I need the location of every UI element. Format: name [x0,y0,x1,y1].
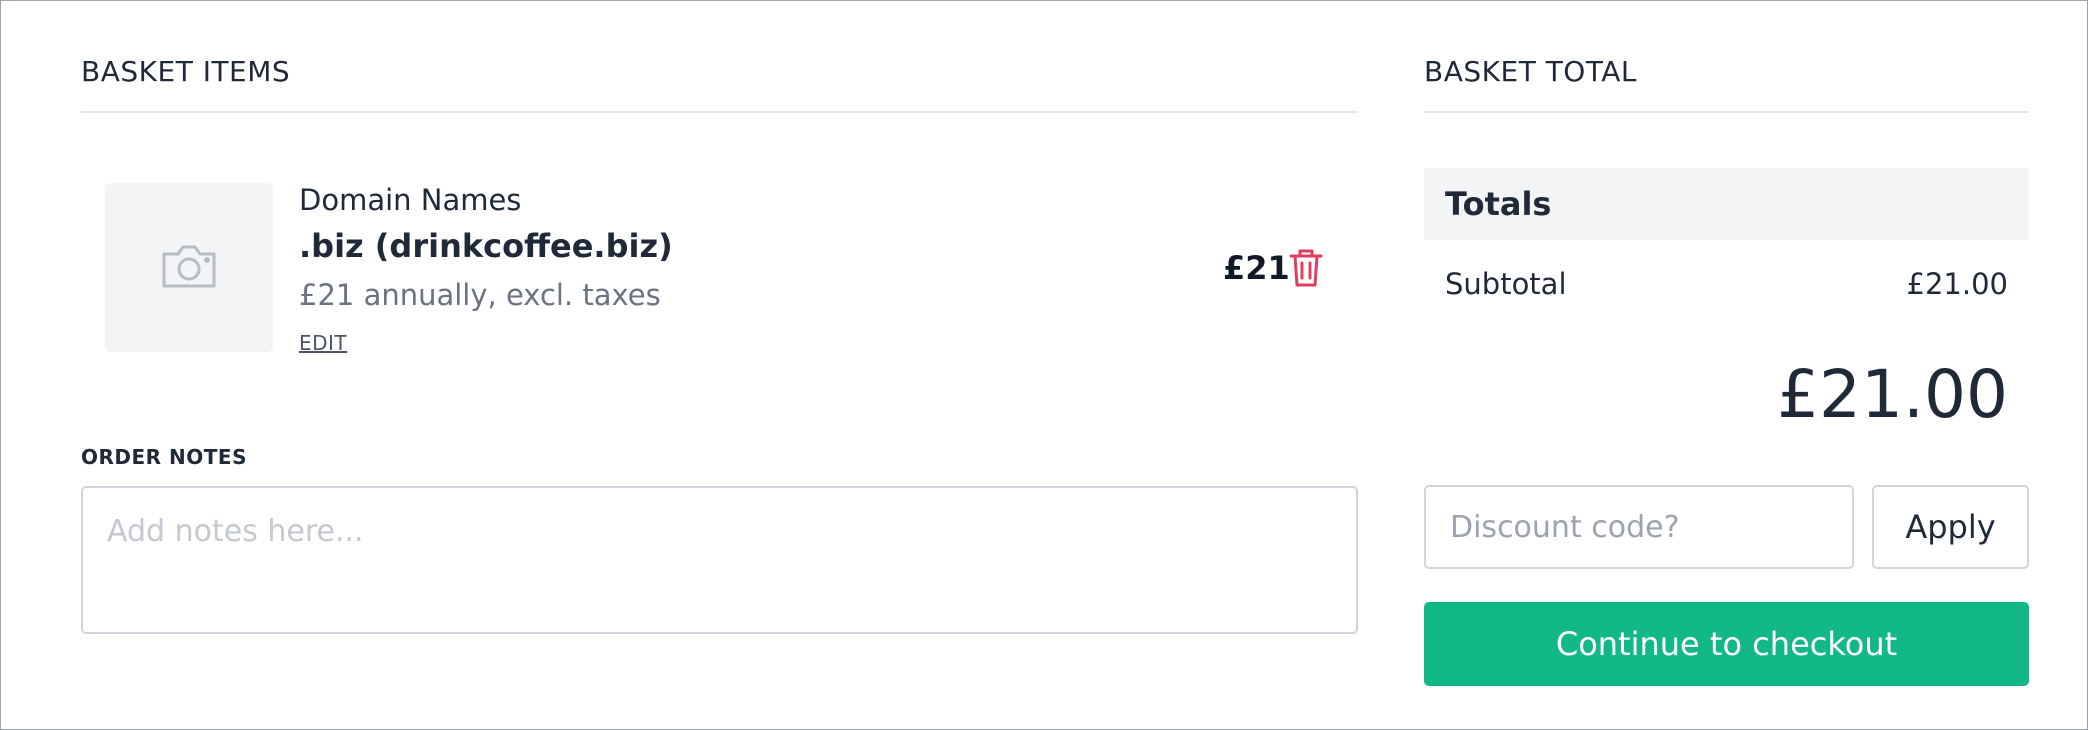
basket-total-title: BASKET TOTAL [1424,55,1638,88]
basket-items-title: BASKET ITEMS [81,55,291,88]
item-price-description: £21 annually, excl. taxes [299,278,661,312]
item-name: .biz (drinkcoffee.biz) [299,227,673,265]
item-category: Domain Names [299,183,522,217]
apply-discount-button[interactable]: Apply [1872,485,2029,569]
basket-total-divider [1424,111,2029,113]
item-price: £21 [1223,249,1290,287]
order-notes-input[interactable] [81,486,1358,634]
basket-items-divider [81,111,1358,113]
edit-item-link[interactable]: EDIT [299,331,347,355]
camera-icon [160,242,218,294]
continue-to-checkout-button[interactable]: Continue to checkout [1424,602,2029,686]
subtotal-value: £21.00 [1906,267,2008,301]
basket-page: BASKET ITEMS Domain Names .biz (drinkcof… [0,0,2088,730]
item-thumbnail [105,183,273,352]
trash-icon[interactable] [1288,248,1324,288]
basket-item: Domain Names .biz (drinkcoffee.biz) £21 … [105,183,1358,355]
subtotal-label: Subtotal [1445,267,1567,301]
totals-header: Totals [1424,168,2029,240]
discount-code-input[interactable] [1424,485,1854,569]
grand-total: £21.00 [1777,356,2008,433]
order-notes-label: ORDER NOTES [81,445,247,469]
